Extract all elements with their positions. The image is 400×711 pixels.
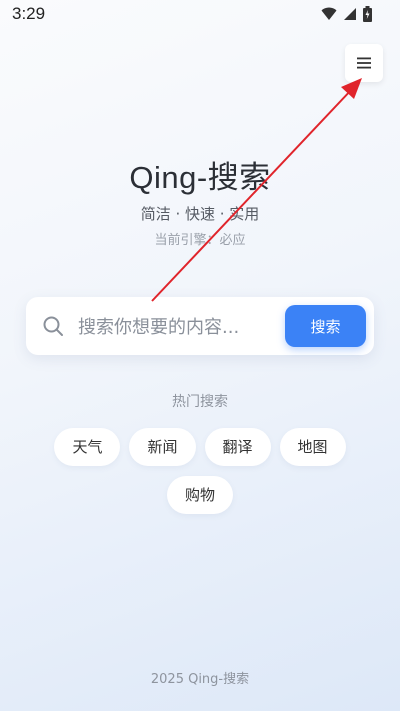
hot-tag-map[interactable]: 地图: [279, 428, 346, 466]
search-box: 搜索: [26, 297, 374, 355]
cellular-icon: [344, 8, 356, 20]
hot-search-title: 热门搜索: [172, 394, 228, 410]
battery-icon: [363, 6, 372, 22]
search-icon: [43, 316, 63, 336]
status-bar: 3:29: [0, 0, 400, 28]
annotation-arrow: [151, 78, 362, 302]
wifi-icon: [321, 7, 337, 20]
hamburger-menu-icon: [357, 57, 371, 69]
hot-search-tags: 天气 新闻 翻译 地图 购物: [40, 428, 360, 514]
current-engine-label: 当前引擎：必应: [154, 233, 246, 248]
hot-tag-shopping[interactable]: 购物: [166, 476, 233, 514]
page-title: Qing-搜索: [129, 160, 271, 195]
search-input[interactable]: [76, 311, 280, 343]
hot-tag-translate[interactable]: 翻译: [204, 428, 271, 466]
status-icons: [321, 6, 372, 22]
hot-tag-weather[interactable]: 天气: [54, 428, 121, 466]
page-subtitle: 简洁 · 快速 · 实用: [140, 205, 260, 223]
menu-button[interactable]: [345, 44, 383, 82]
search-button[interactable]: 搜索: [285, 305, 366, 347]
hot-tag-news[interactable]: 新闻: [129, 428, 196, 466]
footer-copyright: 2025 Qing-搜索: [150, 672, 250, 687]
status-time: 3:29: [12, 4, 46, 23]
